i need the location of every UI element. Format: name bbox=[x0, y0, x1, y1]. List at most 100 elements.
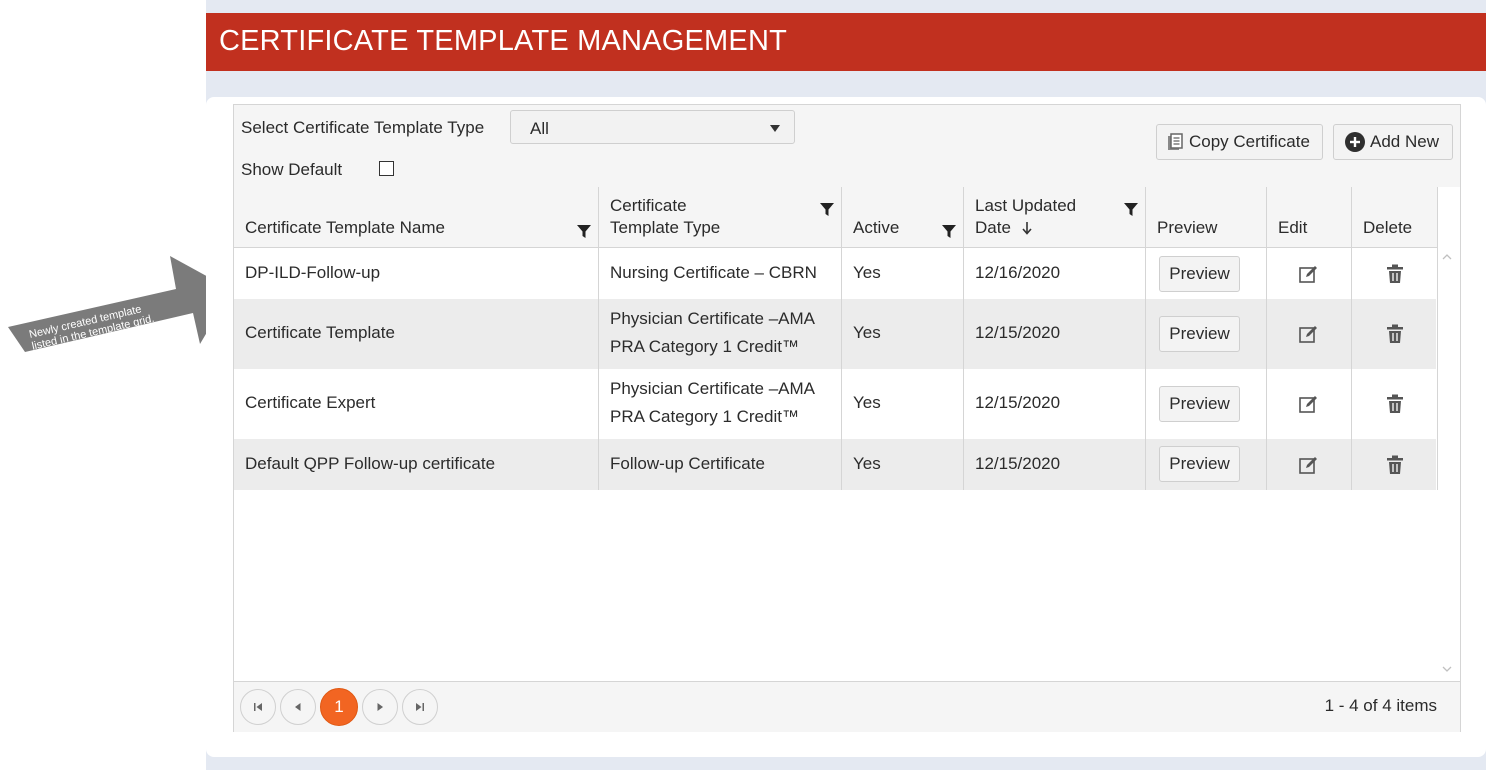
cell-preview: Preview bbox=[1146, 299, 1267, 369]
template-type-line2: PRA Category 1 Credit™ bbox=[610, 337, 799, 356]
first-page-button[interactable] bbox=[240, 689, 276, 725]
cell-name: Default QPP Follow-up certificate bbox=[234, 439, 599, 490]
grid-toolbar: Select Certificate Template Type All Sho… bbox=[234, 105, 1460, 187]
column-type-label: Certificate Template Type bbox=[610, 195, 720, 239]
template-grid: Select Certificate Template Type All Sho… bbox=[233, 104, 1461, 732]
edit-icon[interactable] bbox=[1298, 263, 1320, 285]
last-page-icon bbox=[416, 703, 424, 711]
column-edit-label: Edit bbox=[1278, 218, 1308, 237]
cell-delete bbox=[1352, 369, 1438, 439]
cell-updated: 12/15/2020 bbox=[964, 369, 1146, 439]
column-type-line1: Certificate bbox=[610, 196, 687, 215]
template-name: Default QPP Follow-up certificate bbox=[245, 454, 496, 473]
template-type: Follow-up Certificate bbox=[610, 454, 765, 473]
copy-certificate-label: Copy Certificate bbox=[1189, 132, 1310, 151]
table-row[interactable]: Default QPP Follow-up certificate Follow… bbox=[234, 439, 1438, 490]
column-header-type[interactable]: Certificate Template Type bbox=[599, 187, 842, 247]
column-name-label: Certificate Template Name bbox=[245, 218, 445, 237]
template-type-select[interactable]: All bbox=[510, 110, 795, 144]
active-value: Yes bbox=[853, 454, 881, 473]
template-type-line1: Physician Certificate –AMA bbox=[610, 309, 816, 328]
column-type-line2: Template Type bbox=[610, 218, 721, 237]
cell-edit bbox=[1267, 439, 1352, 490]
column-header-preview: Preview bbox=[1146, 187, 1267, 247]
table-row[interactable]: DP-ILD-Follow-up Nursing Certificate – C… bbox=[234, 248, 1438, 299]
prev-page-button[interactable] bbox=[280, 689, 316, 725]
preview-button[interactable]: Preview bbox=[1159, 316, 1240, 352]
page-1-button[interactable]: 1 bbox=[320, 688, 358, 726]
column-header-updated[interactable]: Last Updated Date bbox=[964, 187, 1146, 247]
grid-pager: 1 1 - 4 of 4 items bbox=[234, 681, 1460, 732]
active-value: Yes bbox=[853, 323, 881, 342]
updated-date: 12/15/2020 bbox=[975, 393, 1061, 412]
trash-icon[interactable] bbox=[1386, 455, 1404, 475]
column-updated-line2: Date bbox=[975, 218, 1011, 237]
last-page-button[interactable] bbox=[402, 689, 438, 725]
next-page-button[interactable] bbox=[362, 689, 398, 725]
cell-name: Certificate Template bbox=[234, 299, 599, 369]
preview-button[interactable]: Preview bbox=[1159, 386, 1240, 422]
show-default-checkbox[interactable] bbox=[379, 161, 394, 176]
grid-header: Certificate Template Name Certificate Tem… bbox=[234, 187, 1438, 248]
scroll-up-icon[interactable] bbox=[1441, 252, 1453, 262]
cell-preview: Preview bbox=[1146, 439, 1267, 490]
updated-date: 12/15/2020 bbox=[975, 323, 1061, 342]
preview-button[interactable]: Preview bbox=[1159, 446, 1240, 482]
cell-delete bbox=[1352, 299, 1438, 369]
copy-certificate-button[interactable]: Copy Certificate bbox=[1156, 124, 1323, 160]
updated-date: 12/16/2020 bbox=[975, 263, 1061, 282]
add-new-label: Add New bbox=[1370, 132, 1439, 151]
filter-icon[interactable] bbox=[819, 201, 835, 217]
next-page-icon bbox=[377, 703, 383, 711]
trash-icon[interactable] bbox=[1386, 264, 1404, 284]
callout-arrow: Newly created template listed in the tem… bbox=[8, 256, 232, 353]
cell-name: Certificate Expert bbox=[234, 369, 599, 439]
cell-updated: 12/15/2020 bbox=[964, 299, 1146, 369]
template-type: Nursing Certificate – CBRN bbox=[610, 263, 817, 282]
plus-circle-icon bbox=[1345, 132, 1365, 152]
column-header-active[interactable]: Active bbox=[842, 187, 964, 247]
column-active-label: Active bbox=[853, 218, 900, 237]
copy-icon bbox=[1168, 133, 1183, 150]
template-type-line2: PRA Category 1 Credit™ bbox=[610, 407, 799, 426]
cell-edit bbox=[1267, 248, 1352, 299]
column-header-edit: Edit bbox=[1267, 187, 1352, 247]
cell-active: Yes bbox=[842, 299, 964, 369]
template-type: Physician Certificate –AMA PRA Category 1… bbox=[610, 305, 815, 361]
filter-icon[interactable] bbox=[941, 223, 957, 239]
table-row[interactable]: Certificate Template Physician Certifica… bbox=[234, 299, 1438, 369]
filter-icon[interactable] bbox=[1123, 201, 1139, 217]
edit-icon[interactable] bbox=[1298, 393, 1320, 415]
active-value: Yes bbox=[853, 263, 881, 282]
updated-date: 12/15/2020 bbox=[975, 454, 1061, 473]
prev-page-icon bbox=[295, 703, 301, 711]
template-type-value: All bbox=[530, 119, 549, 138]
cell-preview: Preview bbox=[1146, 248, 1267, 299]
preview-button[interactable]: Preview bbox=[1159, 256, 1240, 292]
template-name: DP-ILD-Follow-up bbox=[245, 263, 381, 282]
cell-delete bbox=[1352, 439, 1438, 490]
template-name: Certificate Expert bbox=[245, 393, 376, 412]
table-row[interactable]: Certificate Expert Physician Certificate… bbox=[234, 369, 1438, 439]
scroll-down-icon[interactable] bbox=[1441, 664, 1453, 674]
cell-edit bbox=[1267, 369, 1352, 439]
filter-icon[interactable] bbox=[576, 223, 592, 239]
add-new-button[interactable]: Add New bbox=[1333, 124, 1453, 160]
edit-icon[interactable] bbox=[1298, 323, 1320, 345]
cell-type: Physician Certificate –AMA PRA Category 1… bbox=[599, 369, 842, 439]
cell-type: Physician Certificate –AMA PRA Category 1… bbox=[599, 299, 842, 369]
chevron-down-icon bbox=[770, 125, 780, 132]
template-type-line1: Physician Certificate –AMA bbox=[610, 379, 816, 398]
cell-active: Yes bbox=[842, 439, 964, 490]
column-preview-label: Preview bbox=[1157, 218, 1218, 237]
show-default-label: Show Default bbox=[241, 160, 343, 179]
trash-icon[interactable] bbox=[1386, 324, 1404, 344]
column-header-name[interactable]: Certificate Template Name bbox=[234, 187, 599, 247]
template-type-label: Select Certificate Template Type bbox=[241, 118, 485, 137]
page-title: CERTIFICATE TEMPLATE MANAGEMENT bbox=[219, 25, 788, 57]
column-updated-label: Last Updated Date bbox=[975, 195, 1076, 239]
cell-active: Yes bbox=[842, 248, 964, 299]
trash-icon[interactable] bbox=[1386, 394, 1404, 414]
column-header-delete: Delete bbox=[1352, 187, 1438, 247]
edit-icon[interactable] bbox=[1298, 454, 1320, 476]
